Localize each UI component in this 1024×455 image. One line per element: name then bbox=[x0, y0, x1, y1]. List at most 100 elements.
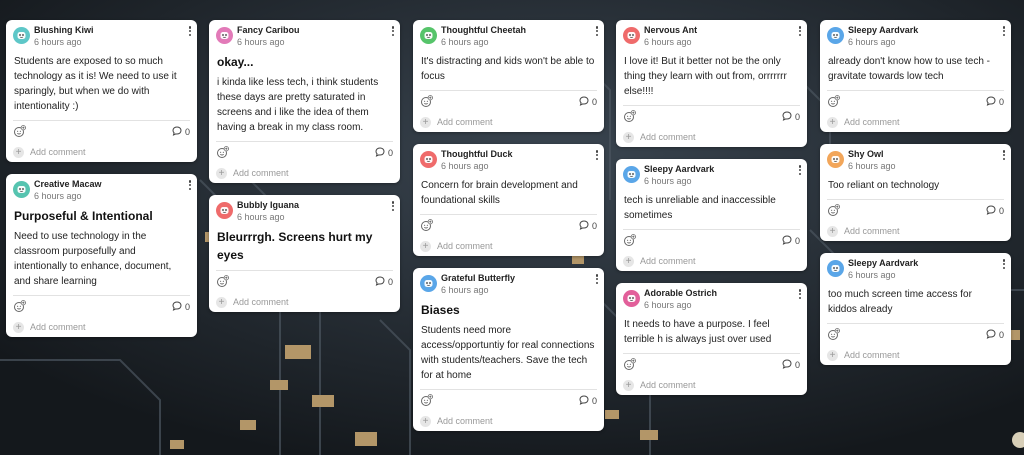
post-body: Students are exposed to so much technolo… bbox=[14, 56, 177, 112]
post-column: Thoughtful Cheetah 6 hours ago It's distra… bbox=[413, 20, 604, 443]
comment-count-button[interactable]: 0 bbox=[782, 111, 800, 123]
add-reaction-icon[interactable] bbox=[216, 146, 229, 159]
add-comment-button[interactable]: + Add comment bbox=[216, 163, 393, 183]
add-comment-button[interactable]: + Add comment bbox=[216, 292, 393, 312]
add-comment-button[interactable]: + Add comment bbox=[827, 221, 1004, 241]
comment-count: 0 bbox=[387, 148, 393, 158]
add-reaction-icon[interactable] bbox=[623, 234, 636, 247]
comment-count-button[interactable]: 0 bbox=[375, 276, 393, 288]
post-card[interactable]: Sleepy Aardvark 6 hours ago tech is unreli… bbox=[616, 159, 807, 271]
add-reaction-icon[interactable] bbox=[623, 358, 636, 371]
comment-count-button[interactable]: 0 bbox=[782, 359, 800, 371]
more-options-icon[interactable] bbox=[797, 25, 803, 38]
duck-avatar-icon bbox=[420, 151, 437, 168]
comment-count-button[interactable]: 0 bbox=[579, 220, 597, 232]
add-reaction-icon[interactable] bbox=[13, 300, 26, 313]
comment-count-button[interactable]: 0 bbox=[986, 96, 1004, 108]
add-reaction-icon[interactable] bbox=[420, 95, 433, 108]
add-comment-button[interactable]: + Add comment bbox=[420, 112, 597, 132]
more-options-icon[interactable] bbox=[187, 25, 193, 38]
post-column: Blushing Kiwi 6 hours ago Students are exp… bbox=[6, 20, 197, 349]
more-options-icon[interactable] bbox=[594, 25, 600, 38]
add-reaction-icon[interactable] bbox=[827, 204, 840, 217]
post-card[interactable]: Thoughtful Duck 6 hours ago Concern for br… bbox=[413, 144, 604, 256]
add-reaction-icon[interactable] bbox=[13, 125, 26, 138]
more-options-icon[interactable] bbox=[390, 25, 396, 38]
more-options-icon[interactable] bbox=[797, 164, 803, 177]
comment-count-button[interactable]: 0 bbox=[172, 126, 190, 138]
comment-icon bbox=[986, 205, 996, 217]
more-options-icon[interactable] bbox=[390, 200, 396, 213]
post-card[interactable]: Sleepy Aardvark 6 hours ago too much scree… bbox=[820, 253, 1011, 365]
more-options-icon[interactable] bbox=[594, 149, 600, 162]
comment-icon bbox=[986, 96, 996, 108]
add-comment-button[interactable]: + Add comment bbox=[420, 236, 597, 256]
aardvark-avatar-icon bbox=[827, 260, 844, 277]
post-timestamp: 6 hours ago bbox=[34, 37, 82, 47]
more-options-icon[interactable] bbox=[1001, 25, 1007, 38]
reaction-bar: 0 bbox=[216, 141, 393, 163]
add-comment-label: Add comment bbox=[844, 226, 900, 236]
post-card[interactable]: Blushing Kiwi 6 hours ago Students are exp… bbox=[6, 20, 197, 162]
comment-count-button[interactable]: 0 bbox=[579, 96, 597, 108]
post-timestamp: 6 hours ago bbox=[644, 37, 692, 47]
add-comment-label: Add comment bbox=[437, 416, 493, 426]
comment-icon bbox=[579, 395, 589, 407]
post-card[interactable]: Grateful Butterfly 6 hours ago Biases Stude… bbox=[413, 268, 604, 431]
post-card[interactable]: Bubbly Iguana 6 hours ago Bleurrrgh. Scree… bbox=[209, 195, 400, 312]
post-card[interactable]: Nervous Ant 6 hours ago I love it! But it … bbox=[616, 20, 807, 147]
ostrich-avatar-icon bbox=[623, 290, 640, 307]
comment-count-button[interactable]: 0 bbox=[782, 235, 800, 247]
post-card[interactable]: Thoughtful Cheetah 6 hours ago It's distra… bbox=[413, 20, 604, 132]
add-comment-button[interactable]: + Add comment bbox=[827, 112, 1004, 132]
post-author: Nervous Ant bbox=[644, 25, 698, 35]
add-comment-label: Add comment bbox=[640, 380, 696, 390]
post-header: Blushing Kiwi 6 hours ago bbox=[6, 20, 197, 50]
butterfly-avatar-icon bbox=[420, 275, 437, 292]
add-comment-button[interactable]: + Add comment bbox=[623, 375, 800, 395]
add-reaction-icon[interactable] bbox=[216, 275, 229, 288]
add-comment-button[interactable]: + Add comment bbox=[623, 127, 800, 147]
post-header: Nervous Ant 6 hours ago bbox=[616, 20, 807, 50]
post-card[interactable]: Fancy Caribou 6 hours ago okay... i kinda l… bbox=[209, 20, 400, 183]
plus-icon: + bbox=[623, 255, 634, 267]
add-reaction-icon[interactable] bbox=[420, 219, 433, 232]
more-options-icon[interactable] bbox=[187, 179, 193, 192]
add-comment-button[interactable]: + Add comment bbox=[623, 251, 800, 271]
add-comment-button[interactable]: + Add comment bbox=[827, 345, 1004, 365]
more-options-icon[interactable] bbox=[797, 288, 803, 301]
post-subject: Biases bbox=[421, 303, 460, 317]
post-subject: okay... bbox=[217, 55, 254, 69]
post-header: Thoughtful Cheetah 6 hours ago bbox=[413, 20, 604, 50]
more-options-icon[interactable] bbox=[1001, 258, 1007, 271]
more-options-icon[interactable] bbox=[594, 273, 600, 286]
plus-icon: + bbox=[623, 131, 634, 143]
comment-count-button[interactable]: 0 bbox=[375, 147, 393, 159]
post-card[interactable]: Shy Owl 6 hours ago Too reliant on technol… bbox=[820, 144, 1011, 241]
more-options-icon[interactable] bbox=[1001, 149, 1007, 162]
comment-count-button[interactable]: 0 bbox=[986, 205, 1004, 217]
post-header: Shy Owl 6 hours ago bbox=[820, 144, 1011, 174]
comment-count-button[interactable]: 0 bbox=[579, 395, 597, 407]
add-comment-button[interactable]: + Add comment bbox=[13, 317, 190, 337]
comment-count-button[interactable]: 0 bbox=[986, 329, 1004, 341]
post-card[interactable]: Adorable Ostrich 6 hours ago It needs to h… bbox=[616, 283, 807, 395]
comment-count-button[interactable]: 0 bbox=[172, 301, 190, 313]
post-card[interactable]: Creative Macaw 6 hours ago Purposeful & In… bbox=[6, 174, 197, 337]
post-author: Shy Owl bbox=[848, 149, 884, 159]
post-timestamp: 6 hours ago bbox=[237, 37, 285, 47]
add-comment-button[interactable]: + Add comment bbox=[13, 142, 190, 162]
owl-avatar-icon bbox=[827, 151, 844, 168]
add-reaction-icon[interactable] bbox=[827, 95, 840, 108]
post-author: Blushing Kiwi bbox=[34, 25, 94, 35]
add-reaction-icon[interactable] bbox=[827, 328, 840, 341]
caribou-avatar-icon bbox=[216, 27, 233, 44]
post-timestamp: 6 hours ago bbox=[237, 212, 285, 222]
add-reaction-icon[interactable] bbox=[623, 110, 636, 123]
post-card[interactable]: Sleepy Aardvark 6 hours ago already don't … bbox=[820, 20, 1011, 132]
add-comment-button[interactable]: + Add comment bbox=[420, 411, 597, 431]
add-comment-label: Add comment bbox=[30, 147, 86, 157]
post-subject: Purposeful & Intentional bbox=[14, 209, 153, 223]
post-header: Sleepy Aardvark 6 hours ago bbox=[820, 20, 1011, 50]
add-reaction-icon[interactable] bbox=[420, 394, 433, 407]
